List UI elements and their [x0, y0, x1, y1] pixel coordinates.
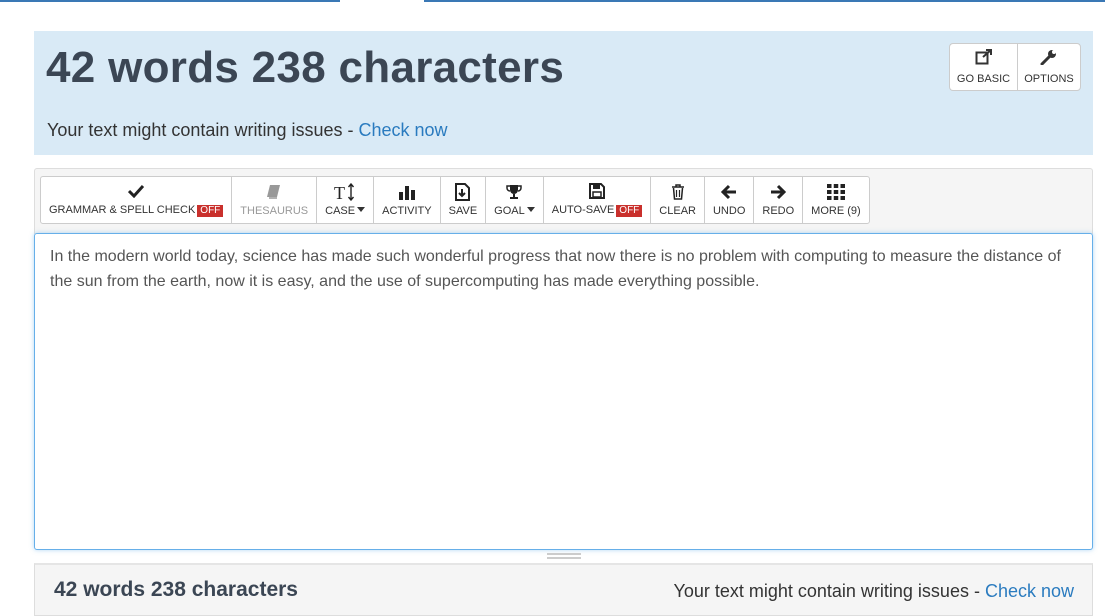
stats-footer: 42 words 238 characters Your text might …: [34, 563, 1093, 616]
grammar-spell-check-label: GRAMMAR & SPELL CHECK: [49, 204, 196, 216]
writing-issues-text: Your text might contain writing issues -: [47, 120, 359, 140]
file-download-icon: [454, 182, 471, 202]
goal-label: GOAL: [494, 205, 525, 217]
case-dropdown-button[interactable]: T CASE: [316, 176, 375, 224]
arrow-left-icon: [721, 182, 737, 202]
go-basic-label: GO BASIC: [956, 73, 1011, 85]
undo-label: UNDO: [712, 205, 746, 217]
caret-down-icon: [526, 207, 535, 212]
grid-icon: [826, 182, 845, 202]
bar-chart-icon: [398, 182, 416, 202]
trash-icon: [671, 182, 685, 202]
auto-save-button[interactable]: AUTO-SAVE OFF: [542, 176, 652, 224]
auto-save-status-badge: OFF: [616, 205, 643, 217]
thesaurus-label: THESAURUS: [240, 205, 309, 217]
arrow-right-icon: [770, 182, 787, 202]
activity-button[interactable]: ACTIVITY: [373, 176, 441, 224]
redo-label: REDO: [762, 205, 795, 217]
editor-toolbar: GRAMMAR & SPELL CHECK OFF THESAURUS T CAS…: [34, 168, 1093, 234]
svg-text:T: T: [334, 183, 345, 201]
trophy-icon: [505, 182, 523, 202]
resize-handle[interactable]: [547, 553, 581, 559]
external-link-icon: [975, 49, 993, 73]
clear-button[interactable]: CLEAR: [650, 176, 705, 224]
redo-button[interactable]: REDO: [753, 176, 804, 224]
options-label: OPTIONS: [1024, 73, 1074, 85]
header-buttons: GO BASIC OPTIONS: [949, 43, 1081, 91]
footer-writing-issues-text: Your text might contain writing issues -: [673, 581, 985, 601]
more-label: MORE (9): [811, 205, 861, 217]
auto-save-label: AUTO-SAVE: [551, 204, 615, 216]
floppy-disk-icon: [589, 181, 606, 201]
case-label-group: CASE: [325, 205, 366, 217]
wrench-icon: [1040, 49, 1058, 73]
footer-writing-issues-notice: Your text might contain writing issues -…: [673, 581, 1074, 602]
stats-header: 42 words 238 characters Your text might …: [34, 31, 1093, 155]
text-height-icon: T: [334, 182, 356, 202]
toolbar-buttons: GRAMMAR & SPELL CHECK OFF THESAURUS T CAS…: [40, 176, 870, 224]
check-now-link[interactable]: Check now: [358, 120, 447, 140]
auto-save-label-group: AUTO-SAVE OFF: [552, 204, 643, 217]
save-label: SAVE: [448, 205, 478, 217]
activity-label: ACTIVITY: [382, 205, 432, 217]
more-button[interactable]: MORE (9): [802, 176, 870, 224]
text-editor[interactable]: In the modern world today, science has m…: [34, 233, 1093, 550]
writing-issues-notice: Your text might contain writing issues -…: [47, 120, 448, 141]
footer-word-character-count: 42 words 238 characters: [54, 578, 298, 601]
undo-button[interactable]: UNDO: [703, 176, 755, 224]
grammar-status-badge: OFF: [197, 205, 224, 217]
top-accent-line-right: [424, 0, 1105, 2]
grammar-spell-check-button[interactable]: GRAMMAR & SPELL CHECK OFF: [40, 176, 233, 224]
caret-down-icon: [357, 207, 366, 212]
footer-check-now-link[interactable]: Check now: [985, 581, 1074, 601]
case-label: CASE: [325, 205, 356, 217]
goal-dropdown-button[interactable]: GOAL: [485, 176, 544, 224]
goal-label-group: GOAL: [494, 205, 535, 217]
check-icon: [128, 181, 145, 201]
book-icon: [266, 182, 282, 202]
clear-label: CLEAR: [659, 205, 696, 217]
thesaurus-button[interactable]: THESAURUS: [231, 176, 318, 224]
top-accent-line-left: [0, 0, 340, 2]
word-character-count: 42 words 238 characters: [46, 43, 565, 92]
grammar-spell-check-label-group: GRAMMAR & SPELL CHECK OFF: [49, 204, 224, 217]
go-basic-button[interactable]: GO BASIC: [949, 43, 1017, 91]
save-button[interactable]: SAVE: [439, 176, 487, 224]
options-button[interactable]: OPTIONS: [1017, 43, 1081, 91]
